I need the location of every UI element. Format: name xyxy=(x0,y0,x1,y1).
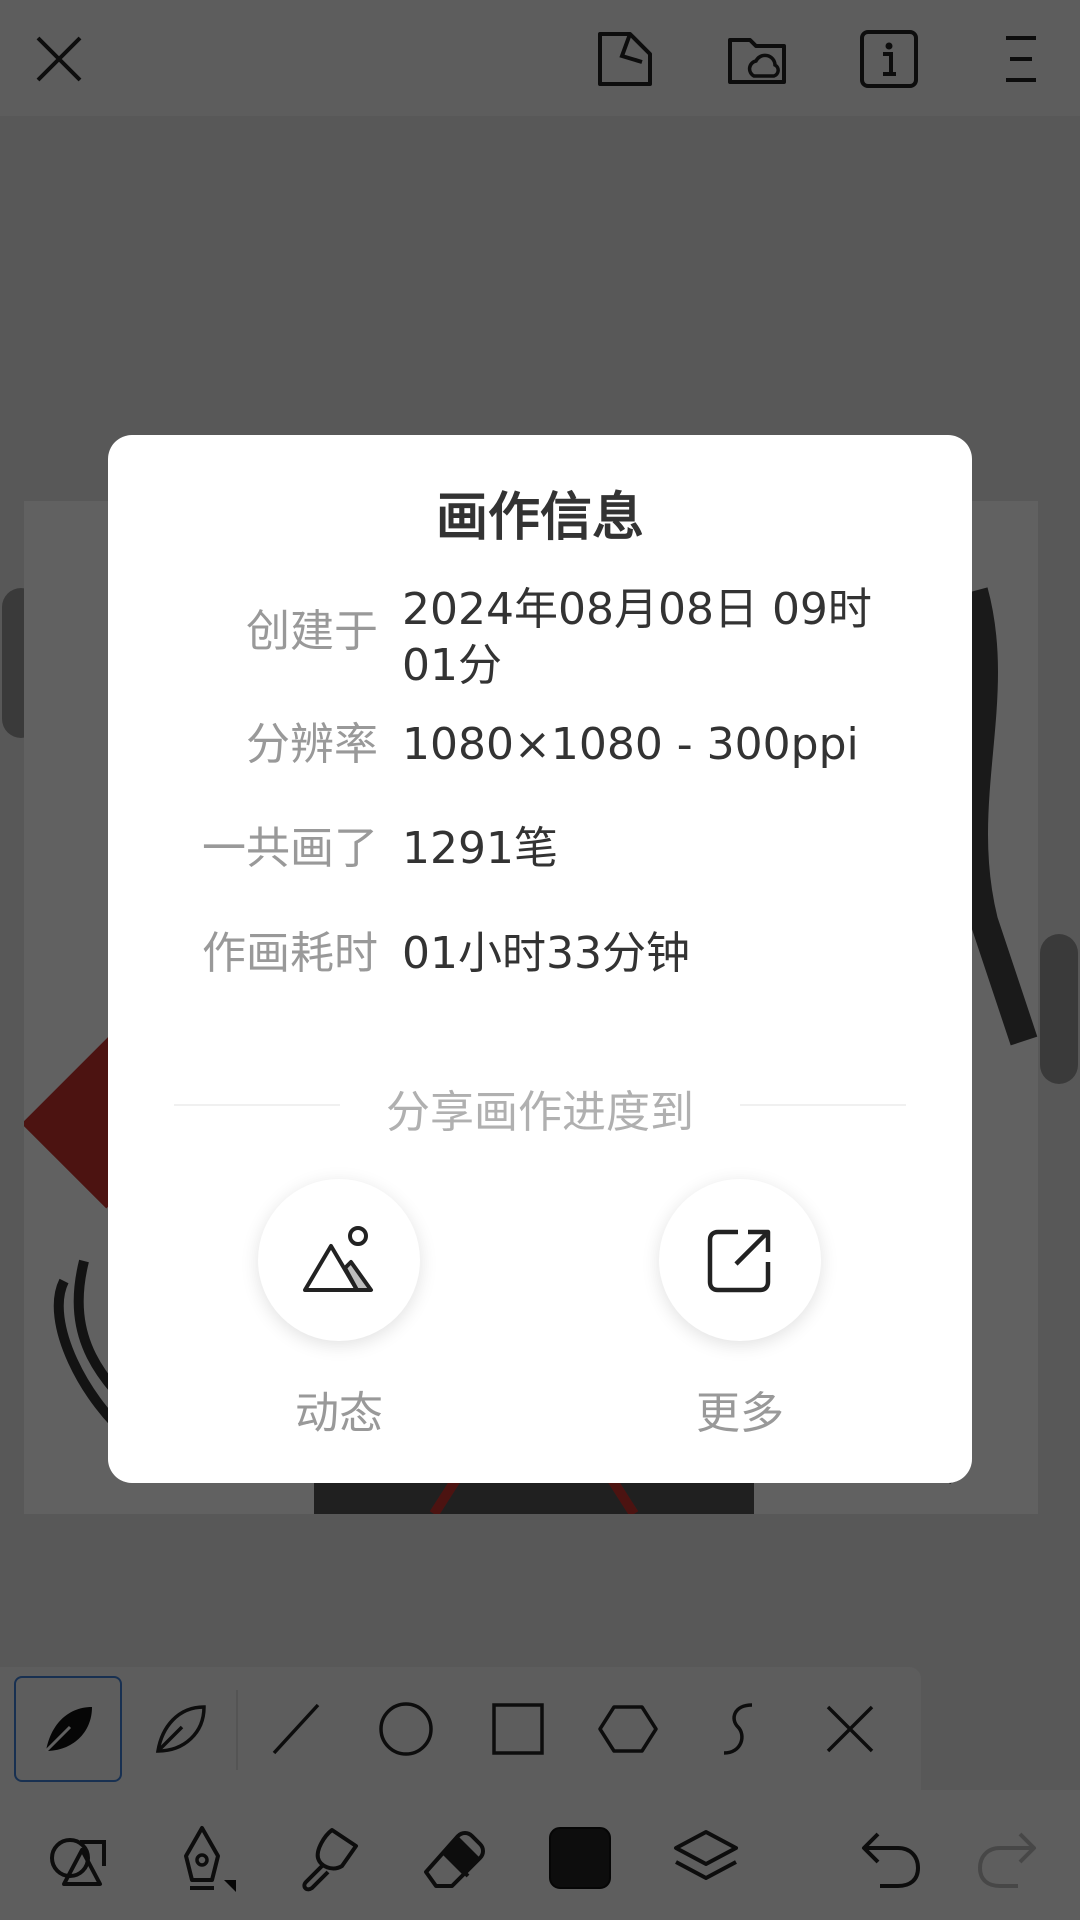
info-value-line: 01分 xyxy=(402,640,502,691)
info-value: 01小时33分钟 xyxy=(402,928,690,979)
drawing-app: 画作信息 创建于 2024年08月08日 09时 01分 分辨率 1080×10… xyxy=(0,0,1080,1920)
share-moments-button[interactable] xyxy=(258,1179,420,1341)
external-share-icon xyxy=(707,1229,771,1293)
info-value: 1080×1080 - 300ppi xyxy=(402,719,859,770)
info-value-line: 2024年08月08日 09时 xyxy=(402,584,872,635)
info-label: 一共画了 xyxy=(202,823,378,874)
share-heading: 分享画作进度到 xyxy=(386,1087,694,1138)
share-more-label: 更多 xyxy=(696,1388,784,1439)
dialog-title: 画作信息 xyxy=(435,488,644,548)
share-more-button[interactable] xyxy=(659,1179,821,1341)
info-label: 创建于 xyxy=(246,606,378,657)
info-value: 1291笔 xyxy=(402,823,558,874)
info-value: 2024年08月08日 09时 01分 xyxy=(402,582,922,694)
artwork-info-dialog: 画作信息 创建于 2024年08月08日 09时 01分 分辨率 1080×10… xyxy=(108,435,972,1483)
info-label: 作画耗时 xyxy=(202,928,378,979)
info-label: 分辨率 xyxy=(246,719,378,770)
mountain-sun-icon xyxy=(303,1226,373,1292)
share-moments-label: 动态 xyxy=(295,1388,383,1439)
